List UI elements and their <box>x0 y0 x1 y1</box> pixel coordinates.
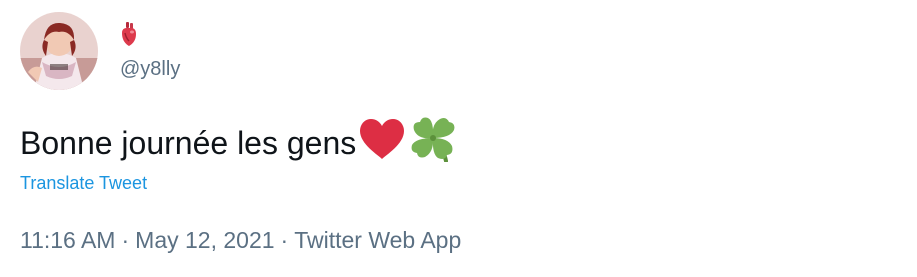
tweet-date[interactable]: May 12, 2021 <box>135 227 274 253</box>
meta-separator: · <box>280 227 289 253</box>
display-name[interactable] <box>120 22 180 52</box>
red-heart-icon <box>358 118 406 168</box>
tweet-card: @y8lly Bonne journée les gens Translate … <box>0 0 917 277</box>
tweet-text: Bonne journée les gens <box>20 116 458 170</box>
tweet-body: Bonne journée les gens <box>20 124 357 161</box>
avatar[interactable] <box>20 12 98 90</box>
user-handle[interactable]: @y8lly <box>120 58 180 81</box>
tweet-header: @y8lly <box>20 12 180 90</box>
tweet-time[interactable]: 11:16 AM <box>20 227 115 253</box>
translate-tweet-link[interactable]: Translate Tweet <box>20 173 147 194</box>
tweet-metadata: 11:16 AM · May 12, 2021 · Twitter Web App <box>20 227 461 254</box>
anatomical-heart-icon <box>120 21 138 52</box>
tweet-source: Twitter Web App <box>294 227 462 253</box>
four-leaf-clover-icon <box>408 116 458 170</box>
meta-separator: · <box>121 227 130 253</box>
user-names: @y8lly <box>120 12 180 90</box>
